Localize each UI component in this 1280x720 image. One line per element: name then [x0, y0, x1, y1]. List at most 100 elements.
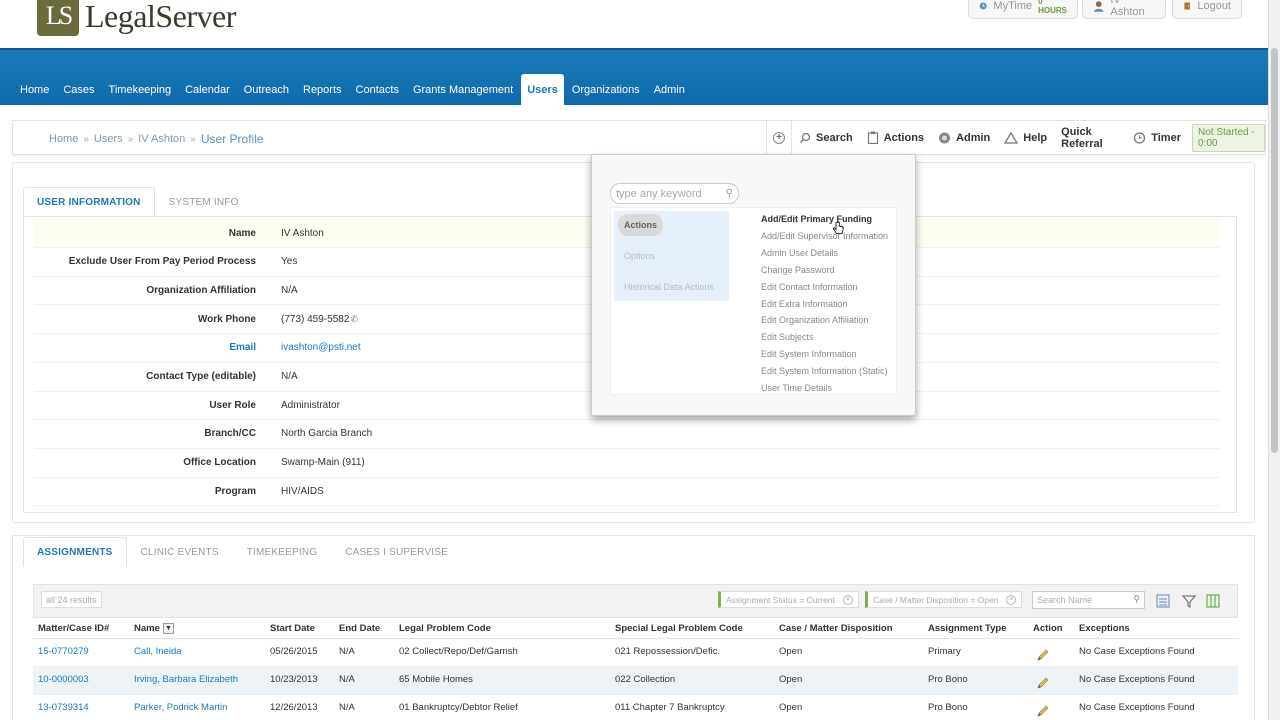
category-options[interactable]: Options — [618, 245, 661, 267]
nav-grants-management[interactable]: Grants Management — [407, 78, 519, 106]
logout-button[interactable]: Logout — [1172, 0, 1242, 19]
table-row[interactable]: 15-0770279 Call, Ineida 05/26/2015 N/A 02 Co… — [33, 639, 1238, 667]
column-header-matter-case-id[interactable]: Matter/Case ID# — [38, 623, 109, 634]
filter-icon[interactable] — [1181, 593, 1197, 609]
sort-desc-icon[interactable]: ▼ — [163, 623, 174, 634]
nav-calendar[interactable]: Calendar — [179, 78, 236, 106]
admin-icon — [939, 132, 951, 143]
edit-pencil-icon[interactable] — [1036, 704, 1050, 718]
info-label: Branch/CC — [204, 428, 256, 440]
filter-assignment-status[interactable]: Assignment Status = Current × — [718, 591, 859, 608]
table-cell: N/A — [339, 702, 355, 713]
info-label: Contact Type (editable) — [146, 371, 256, 382]
column-header-case-matter-disposition[interactable]: Case / Matter Disposition — [779, 623, 893, 634]
nav-timekeeping[interactable]: Timekeeping — [103, 78, 178, 106]
popup-item-edit-extra-information[interactable]: Edit Extra Information — [761, 299, 848, 309]
nav-admin[interactable]: Admin — [648, 78, 691, 106]
column-header-end-date[interactable]: End Date — [339, 623, 380, 634]
search-icon: ⚲ — [1133, 594, 1140, 604]
table-row[interactable]: 13-0739314 Parker, Podrick Martin 12/26/20… — [33, 695, 1238, 720]
nav-organizations[interactable]: Organizations — [566, 78, 646, 106]
plus-circle-icon: + — [773, 131, 785, 144]
table-cell: Open — [779, 702, 803, 713]
popup-item-admin-user-details[interactable]: Admin User Details — [761, 248, 838, 258]
columns-icon[interactable] — [1205, 593, 1221, 609]
tab-assignments[interactable]: ASSIGNMENTS — [23, 537, 127, 567]
column-header-special-legal-problem-code[interactable]: Special Legal Problem Code — [615, 623, 743, 634]
info-label: User Role — [209, 399, 256, 411]
case-id-link[interactable]: 10-0000003 — [38, 674, 89, 685]
popup-categories: Actions Options Historical Data Actions — [614, 211, 729, 301]
logo-mark: LS — [37, 0, 79, 36]
clipboard-icon — [867, 131, 878, 144]
tab-cases-i-supervise[interactable]: CASES I SUPERVISE — [331, 537, 462, 567]
nav-outreach[interactable]: Outreach — [238, 78, 295, 106]
tab-timekeeping[interactable]: TIMEKEEPING — [233, 537, 332, 567]
search-name-input[interactable]: Search Name ⚲ — [1032, 591, 1145, 609]
column-header-action[interactable]: Action — [1033, 623, 1063, 634]
table-cell: Open — [779, 674, 803, 685]
search-icon — [799, 132, 811, 143]
info-value[interactable]: ivashton@psti.net — [271, 342, 361, 353]
breadcrumb-home[interactable]: Home — [49, 133, 78, 145]
breadcrumb-user[interactable]: IV Ashton — [138, 133, 185, 145]
nav-users[interactable]: Users — [521, 74, 564, 106]
popup-item-edit-subjects[interactable]: Edit Subjects — [761, 332, 814, 342]
actions-button[interactable]: Actions — [860, 121, 931, 154]
admin-button[interactable]: Admin — [931, 121, 997, 154]
tab-clinic-events[interactable]: CLINIC EVENTS — [127, 537, 233, 567]
case-id-link[interactable]: 13-0739314 — [38, 702, 89, 713]
table-row[interactable]: 10-0000003 Irving, Barbara Elizabeth 10/23… — [33, 667, 1238, 695]
client-name-link[interactable]: Irving, Barbara Elizabeth — [134, 674, 238, 685]
user-menu-button[interactable]: IV Ashton — [1082, 0, 1166, 19]
tab-user-information[interactable]: USER INFORMATION — [23, 187, 155, 217]
filter-case-disposition[interactable]: Case / Matter Disposition = Open × — [865, 591, 1023, 608]
client-name-link[interactable]: Parker, Podrick Martin — [134, 702, 227, 713]
nav-contacts[interactable]: Contacts — [350, 78, 405, 106]
popup-item-change-password[interactable]: Change Password — [761, 265, 835, 275]
mytime-button[interactable]: MyTime 0 HOURS — [968, 0, 1078, 19]
nav-home[interactable]: Home — [14, 78, 55, 106]
popup-item-edit-system-information[interactable]: Edit System Information — [761, 349, 857, 359]
tab-system-info[interactable]: SYSTEM INFO — [155, 187, 253, 217]
popup-search-input[interactable]: type any keyword ⚲ — [610, 183, 739, 204]
add-button[interactable]: + — [766, 121, 792, 154]
column-header-assignment-type[interactable]: Assignment Type — [928, 623, 1006, 634]
remove-filter-icon[interactable]: × — [1006, 594, 1017, 605]
column-header-legal-problem-code[interactable]: Legal Problem Code — [399, 623, 491, 634]
edit-pencil-icon[interactable] — [1036, 676, 1050, 690]
info-label: Exclude User From Pay Period Process — [68, 256, 256, 268]
remove-filter-icon[interactable]: × — [842, 594, 853, 605]
help-button[interactable]: Help — [997, 121, 1054, 154]
export-icon[interactable] — [1155, 593, 1171, 609]
legalserver-logo[interactable]: LS LegalServer — [37, 0, 236, 36]
category-actions[interactable]: Actions — [618, 214, 664, 236]
popup-item-edit-organization-affiliation[interactable]: Edit Organization Affiliation — [761, 315, 868, 325]
column-header-start-date[interactable]: Start Date — [270, 623, 315, 634]
assignments-toolbar: all 24 results Assignment Status = Curre… — [33, 584, 1238, 618]
assignments-panel: ASSIGNMENTS CLINIC EVENTS TIMEKEEPING CA… — [12, 535, 1255, 720]
timer-status-badge[interactable]: Not Started - 0:00 — [1192, 123, 1265, 152]
timer-label: Timer — [1151, 131, 1181, 144]
quick-referral-button[interactable]: Quick Referral — [1054, 121, 1126, 154]
popup-item-add-edit-primary-funding[interactable]: Add/Edit Primary Funding — [761, 214, 872, 224]
nav-cases[interactable]: Cases — [57, 78, 100, 106]
popup-item-add-edit-supervisor-information[interactable]: Add/Edit Supervisor Information — [761, 231, 888, 241]
case-id-link[interactable]: 15-0770279 — [38, 646, 89, 657]
column-header-name[interactable]: Name — [134, 623, 160, 634]
page-scrollbar[interactable] — [1268, 0, 1280, 720]
category-historical-data-actions[interactable]: Historical Data Actions — [618, 276, 720, 298]
popup-item-user-time-details[interactable]: User Time Details — [761, 383, 832, 393]
nav-reports[interactable]: Reports — [297, 78, 348, 106]
popup-item-edit-contact-information[interactable]: Edit Contact Information — [761, 282, 858, 292]
breadcrumb-users[interactable]: Users — [94, 133, 123, 145]
table-cell: 01 Bankruptcy/Debtor Relief — [399, 702, 518, 713]
client-name-link[interactable]: Call, Ineida — [134, 646, 182, 657]
column-header-exceptions[interactable]: Exceptions — [1079, 623, 1130, 634]
timer-button[interactable]: Timer — [1126, 121, 1188, 154]
edit-pencil-icon[interactable] — [1036, 648, 1050, 662]
phone-icon[interactable]: ✆ — [350, 314, 358, 325]
scrollbar-thumb[interactable] — [1271, 48, 1278, 453]
popup-item-edit-system-information-static[interactable]: Edit System Information (Static) — [761, 366, 888, 376]
search-button[interactable]: Search — [792, 121, 860, 154]
